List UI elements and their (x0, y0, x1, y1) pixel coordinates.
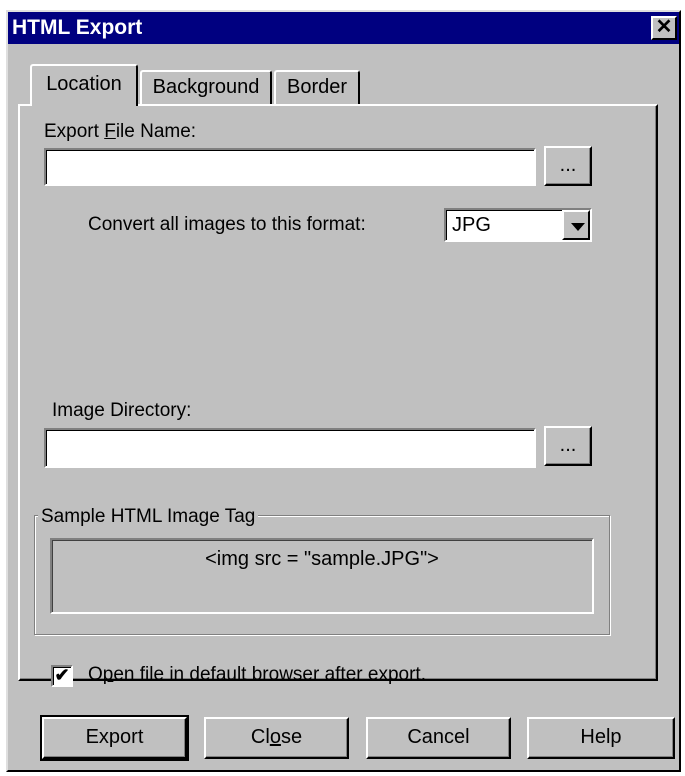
image-directory-label: Image Directory: (52, 400, 192, 421)
sample-tag-box: <img src = "sample.JPG"> (50, 538, 594, 614)
export-file-name-input[interactable] (44, 148, 536, 186)
close-window-button[interactable]: ✕ (651, 16, 677, 40)
tab-background-label: Background (152, 76, 260, 98)
image-format-selected: JPG (452, 214, 491, 236)
tab-background[interactable]: Background (140, 70, 272, 104)
close-icon: ✕ (655, 16, 673, 38)
tab-location[interactable]: Location (30, 64, 138, 106)
tab-border-label: Border (286, 76, 348, 98)
cancel-button[interactable]: Cancel (366, 717, 511, 759)
image-format-select[interactable]: JPG (444, 208, 592, 242)
close-button[interactable]: Close (204, 717, 349, 759)
tab-location-label: Location (46, 73, 122, 95)
open-in-browser-label[interactable]: Open file in default browser after expor… (88, 664, 426, 686)
image-directory-browse-button[interactable]: ... (544, 426, 592, 466)
export-file-browse-button[interactable]: ... (544, 146, 592, 186)
image-format-label: Convert all images to this format: (88, 214, 366, 235)
sample-tag-text: <img src = "sample.JPG"> (205, 548, 439, 570)
tab-border[interactable]: Border (274, 70, 360, 104)
image-directory-input[interactable] (44, 428, 536, 468)
title-bar[interactable]: HTML Export ✕ (8, 12, 679, 44)
sample-tag-legend: Sample HTML Image Tag (38, 506, 259, 528)
chevron-down-icon[interactable] (562, 210, 590, 240)
export-file-name-label: Export File Name: (44, 121, 197, 142)
export-button[interactable]: Export (40, 715, 189, 761)
open-in-browser-checkbox[interactable]: ✔ (51, 665, 73, 687)
checkmark-icon: ✔ (54, 665, 70, 685)
help-button[interactable]: Help (527, 717, 675, 759)
window-title: HTML Export (12, 16, 143, 39)
